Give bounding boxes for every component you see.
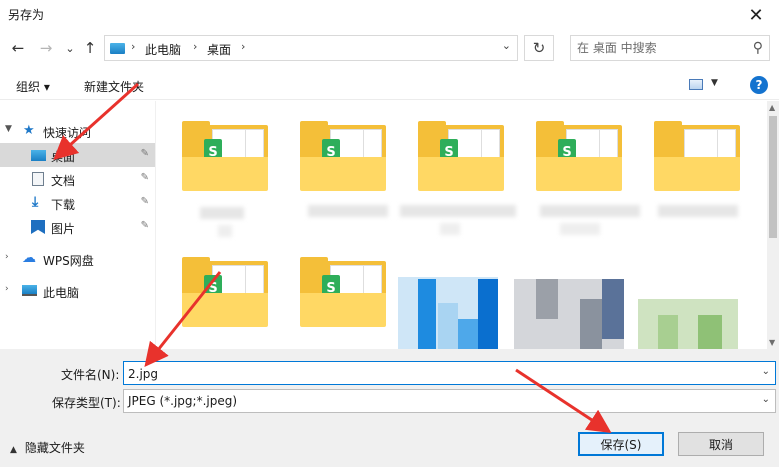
- scrollbar-thumb[interactable]: [769, 116, 777, 238]
- sidebar-item-desktop[interactable]: 桌面 ✎: [0, 143, 155, 167]
- sidebar-item-pictures[interactable]: 图片 ✎: [0, 215, 155, 239]
- recent-locations-button[interactable]: ⌄: [60, 38, 80, 58]
- sidebar-item-label: 图片: [51, 222, 76, 236]
- navigation-pane: ▼ ★ 快速访问 桌面 ✎ 文档 ✎ ⤓ 下载 ✎ 图片 ✎ › ☁ WPS网盘: [0, 101, 156, 349]
- help-icon[interactable]: ?: [750, 76, 768, 94]
- desktop-icon: [31, 150, 46, 161]
- chevron-down-icon[interactable]: ⌄: [762, 366, 770, 377]
- hide-folders-label: 隐藏文件夹: [24, 441, 85, 455]
- breadcrumb-desktop[interactable]: 桌面: [207, 41, 231, 58]
- sidebar-item-label: 此电脑: [43, 286, 80, 300]
- dialog-title: 另存为: [8, 8, 45, 22]
- up-button[interactable]: ↑: [80, 38, 100, 58]
- filename-combo: ⌄: [123, 361, 776, 385]
- save-as-dialog: 另存为 ✕ ← → ⌄ ↑ › 此电脑 › 桌面 › ⌄ ↻ ⚲ 组织 ▾ 新建…: [0, 0, 779, 467]
- save-form-panel: 文件名(N): ⌄ 保存类型(T): JPEG (*.jpg;*.jpeg) ⌄…: [0, 349, 779, 467]
- refresh-button[interactable]: ↻: [524, 35, 554, 61]
- breadcrumb-this-pc[interactable]: 此电脑: [145, 41, 181, 58]
- filename-input[interactable]: [128, 366, 738, 382]
- sidebar-item-wps-cloud[interactable]: › ☁ WPS网盘: [0, 247, 155, 271]
- cancel-button[interactable]: 取消: [678, 432, 764, 456]
- wps-folder-icon: S: [300, 121, 386, 191]
- document-icon: [32, 172, 44, 186]
- wps-folder-icon: S: [536, 121, 622, 191]
- blurred-image-thumbnails[interactable]: [398, 259, 738, 349]
- address-bar[interactable]: › 此电脑 › 桌面 › ⌄: [104, 35, 518, 61]
- pin-icon: ✎: [140, 172, 149, 183]
- scroll-up-icon[interactable]: ▲: [769, 103, 775, 112]
- file-list-view: S S S S S S: [160, 101, 767, 349]
- pin-icon: ✎: [140, 220, 149, 231]
- forward-button[interactable]: →: [36, 38, 56, 58]
- vertical-scrollbar[interactable]: ▲ ▼: [767, 101, 779, 349]
- new-folder-button[interactable]: 新建文件夹: [84, 78, 144, 95]
- folder-item[interactable]: S: [396, 101, 516, 235]
- folder-item[interactable]: S: [278, 101, 388, 227]
- wps-folder-icon: S: [182, 121, 268, 191]
- search-box: ⚲: [570, 35, 770, 61]
- sidebar-item-label: 桌面: [51, 150, 76, 164]
- filetype-select[interactable]: JPEG (*.jpg;*.jpeg) ⌄: [123, 389, 776, 413]
- sidebar-item-documents[interactable]: 文档 ✎: [0, 167, 155, 191]
- chevron-down-icon[interactable]: ▼: [711, 78, 718, 88]
- sidebar-item-label: 下载: [51, 198, 76, 212]
- pin-icon: ✎: [140, 196, 149, 207]
- chevron-down-icon[interactable]: ⌄: [762, 394, 770, 405]
- filename-label: 文件名(N):: [61, 368, 120, 382]
- folder-item[interactable]: [632, 101, 740, 227]
- filetype-value: JPEG (*.jpg;*.jpeg): [128, 394, 238, 408]
- pictures-icon: [31, 220, 45, 234]
- folder-icon: [654, 121, 740, 191]
- sidebar-item-label: 文档: [51, 174, 76, 188]
- star-icon: ★: [23, 123, 35, 138]
- computer-icon: [110, 43, 125, 54]
- close-button[interactable]: ✕: [733, 0, 779, 30]
- chevron-down-icon[interactable]: ▼: [5, 124, 12, 134]
- folder-item[interactable]: S: [160, 101, 268, 237]
- folder-item[interactable]: S: [278, 237, 386, 349]
- chevron-right-icon[interactable]: ›: [5, 284, 9, 294]
- scroll-down-icon[interactable]: ▼: [769, 338, 775, 347]
- view-options-icon[interactable]: [689, 79, 703, 90]
- pin-icon: ✎: [140, 148, 149, 159]
- chevron-up-icon: ▲: [10, 445, 17, 455]
- computer-icon: [22, 285, 37, 296]
- navigation-bar: ← → ⌄ ↑ › 此电脑 › 桌面 › ⌄ ↻ ⚲: [0, 30, 779, 66]
- filetype-label: 保存类型(T):: [52, 396, 121, 410]
- folder-item[interactable]: S: [514, 101, 640, 235]
- download-icon: ⤓: [32, 194, 39, 210]
- chevron-right-icon: ›: [193, 40, 198, 53]
- wps-folder-icon: S: [418, 121, 504, 191]
- organize-button[interactable]: 组织 ▾: [16, 78, 50, 95]
- sidebar-item-this-pc[interactable]: › 此电脑: [0, 279, 155, 303]
- wps-folder-icon: S: [300, 257, 386, 327]
- command-toolbar: 组织 ▾ 新建文件夹 ▼ ?: [0, 70, 779, 100]
- chevron-right-icon[interactable]: ›: [5, 252, 9, 262]
- chevron-down-icon[interactable]: ⌄: [502, 39, 511, 52]
- hide-folders-toggle[interactable]: ▲ 隐藏文件夹: [10, 439, 85, 456]
- chevron-right-icon: ›: [131, 40, 136, 53]
- search-icon[interactable]: ⚲: [753, 40, 763, 56]
- cloud-icon: ☁: [22, 250, 36, 266]
- search-input[interactable]: [577, 40, 742, 56]
- save-button[interactable]: 保存(S): [578, 432, 664, 456]
- sidebar-item-label: WPS网盘: [43, 254, 94, 268]
- sidebar-item-downloads[interactable]: ⤓ 下载 ✎: [0, 191, 155, 215]
- wps-folder-icon: S: [182, 257, 268, 327]
- back-button[interactable]: ←: [8, 38, 28, 58]
- title-bar: 另存为 ✕: [0, 0, 779, 30]
- sidebar-item-label: 快速访问: [43, 126, 92, 140]
- chevron-right-icon: ›: [241, 40, 246, 53]
- sidebar-item-quick-access[interactable]: ▼ ★ 快速访问: [0, 119, 155, 143]
- folder-item[interactable]: S: [160, 237, 268, 349]
